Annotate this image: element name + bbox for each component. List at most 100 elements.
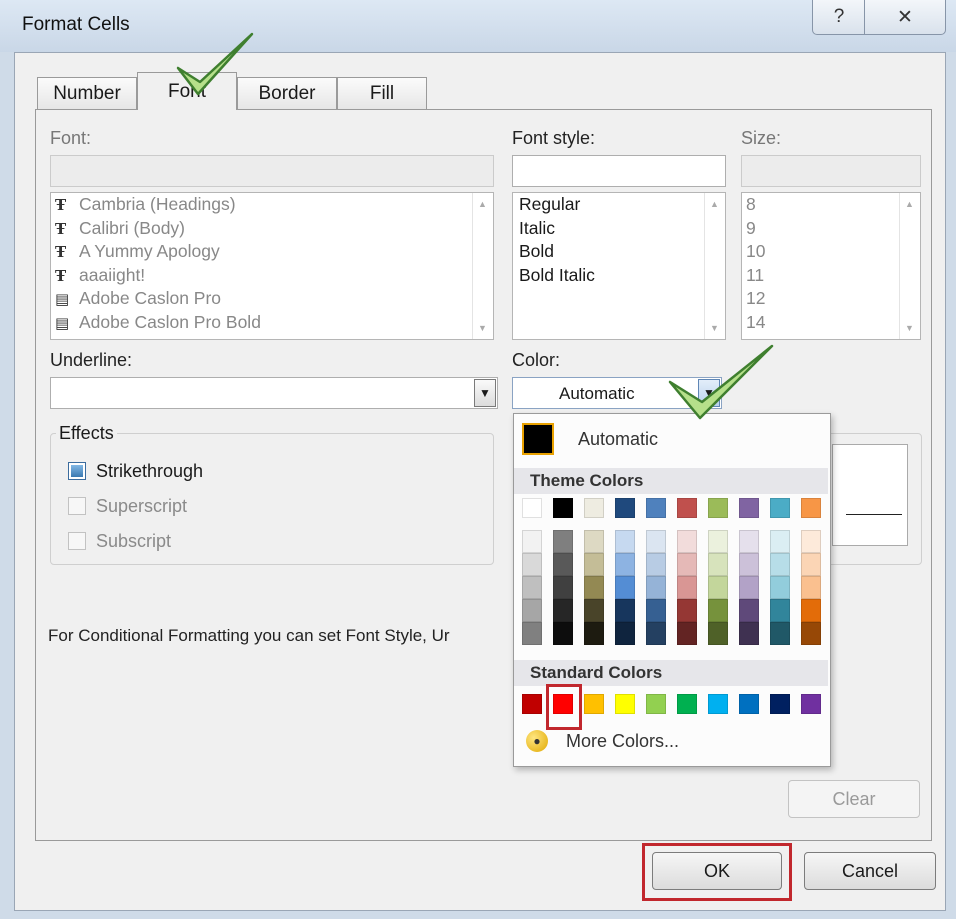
theme-color-swatch[interactable] — [708, 498, 728, 518]
scroll-down-icon[interactable]: ▼ — [905, 323, 914, 333]
help-button[interactable]: ? — [812, 0, 866, 35]
theme-shade-swatch[interactable] — [553, 599, 573, 622]
theme-shade-swatch[interactable] — [553, 530, 573, 553]
more-colors-option[interactable]: ● More Colors... — [526, 730, 679, 752]
tab-fill[interactable]: Fill — [337, 77, 427, 109]
theme-shade-swatch[interactable] — [677, 576, 697, 599]
font-item-calibri[interactable]: Ŧ Calibri (Body) — [51, 217, 493, 241]
theme-color-swatch[interactable] — [770, 498, 790, 518]
theme-shade-swatch[interactable] — [646, 530, 666, 553]
standard-color-swatch[interactable] — [584, 694, 604, 714]
theme-shade-swatch[interactable] — [770, 530, 790, 553]
tab-font[interactable]: Font — [137, 72, 237, 110]
font-style-scrollbar[interactable]: ▲ ▼ — [704, 193, 725, 339]
chevron-down-icon[interactable]: ▼ — [698, 379, 720, 407]
standard-color-swatch[interactable] — [646, 694, 666, 714]
font-item-caslon-bold[interactable]: ▤ Adobe Caslon Pro Bold — [51, 311, 493, 335]
theme-shade-swatch[interactable] — [801, 530, 821, 553]
theme-shade-swatch[interactable] — [770, 599, 790, 622]
theme-color-swatch[interactable] — [615, 498, 635, 518]
theme-shade-swatch[interactable] — [522, 553, 542, 576]
theme-shade-swatch[interactable] — [677, 530, 697, 553]
theme-color-swatch[interactable] — [677, 498, 697, 518]
theme-color-swatch[interactable] — [739, 498, 759, 518]
theme-shade-swatch[interactable] — [615, 576, 635, 599]
theme-color-swatch[interactable] — [646, 498, 666, 518]
standard-color-swatch[interactable] — [708, 694, 728, 714]
theme-shade-swatch[interactable] — [677, 599, 697, 622]
tab-number[interactable]: Number — [37, 77, 137, 109]
font-style-item[interactable]: Italic — [513, 217, 725, 241]
theme-shade-swatch[interactable] — [584, 599, 604, 622]
font-item-cambria[interactable]: Ŧ Cambria (Headings) — [51, 193, 493, 217]
theme-shade-swatch[interactable] — [615, 530, 635, 553]
standard-color-swatch[interactable] — [677, 694, 697, 714]
theme-shade-swatch[interactable] — [553, 622, 573, 645]
theme-shade-swatch[interactable] — [553, 576, 573, 599]
standard-color-swatch[interactable] — [801, 694, 821, 714]
chevron-down-icon[interactable]: ▼ — [474, 379, 496, 407]
size-scrollbar[interactable]: ▲ ▼ — [899, 193, 920, 339]
standard-color-swatch[interactable] — [770, 694, 790, 714]
theme-shade-swatch[interactable] — [708, 576, 728, 599]
size-item[interactable]: 8 — [742, 193, 920, 217]
theme-shade-swatch[interactable] — [739, 622, 759, 645]
strikethrough-checkbox[interactable] — [68, 462, 86, 480]
theme-shade-swatch[interactable] — [770, 553, 790, 576]
underline-dropdown[interactable]: ▼ — [50, 377, 498, 409]
font-style-item[interactable]: Bold Italic — [513, 264, 725, 288]
theme-shade-swatch[interactable] — [801, 553, 821, 576]
strikethrough-label[interactable]: Strikethrough — [96, 461, 203, 482]
close-button[interactable]: ✕ — [864, 0, 946, 35]
theme-shade-swatch[interactable] — [646, 553, 666, 576]
theme-shade-swatch[interactable] — [708, 530, 728, 553]
theme-shade-swatch[interactable] — [770, 576, 790, 599]
theme-shade-swatch[interactable] — [584, 576, 604, 599]
font-item-caslon[interactable]: ▤ Adobe Caslon Pro — [51, 287, 493, 311]
scroll-up-icon[interactable]: ▲ — [478, 199, 487, 209]
theme-shade-swatch[interactable] — [739, 576, 759, 599]
theme-shade-swatch[interactable] — [739, 599, 759, 622]
theme-color-swatch[interactable] — [584, 498, 604, 518]
theme-shade-swatch[interactable] — [708, 622, 728, 645]
theme-shade-swatch[interactable] — [801, 576, 821, 599]
subscript-checkbox[interactable] — [68, 532, 86, 550]
superscript-label[interactable]: Superscript — [96, 496, 187, 517]
font-item-yummy[interactable]: ŦA Yummy Apology — [51, 240, 493, 264]
theme-shade-swatch[interactable] — [646, 599, 666, 622]
color-dropdown[interactable]: Automatic ▼ — [512, 377, 722, 409]
theme-shade-swatch[interactable] — [801, 622, 821, 645]
scroll-up-icon[interactable]: ▲ — [905, 199, 914, 209]
tab-border[interactable]: Border — [237, 77, 337, 109]
theme-shade-swatch[interactable] — [677, 553, 697, 576]
scroll-up-icon[interactable]: ▲ — [710, 199, 719, 209]
scroll-down-icon[interactable]: ▼ — [478, 323, 487, 333]
theme-shade-swatch[interactable] — [708, 553, 728, 576]
standard-color-swatch[interactable] — [739, 694, 759, 714]
theme-shade-swatch[interactable] — [584, 530, 604, 553]
standard-color-swatch[interactable] — [522, 694, 542, 714]
theme-shade-swatch[interactable] — [646, 576, 666, 599]
subscript-label[interactable]: Subscript — [96, 531, 171, 552]
size-item[interactable]: 12 — [742, 287, 920, 311]
superscript-checkbox[interactable] — [68, 497, 86, 515]
theme-shade-swatch[interactable] — [522, 599, 542, 622]
theme-color-swatch[interactable] — [522, 498, 542, 518]
theme-shade-swatch[interactable] — [739, 553, 759, 576]
theme-shade-swatch[interactable] — [739, 530, 759, 553]
font-style-item[interactable]: Bold — [513, 240, 725, 264]
theme-shade-swatch[interactable] — [615, 622, 635, 645]
theme-shade-swatch[interactable] — [553, 553, 573, 576]
theme-shade-swatch[interactable] — [522, 576, 542, 599]
theme-shade-swatch[interactable] — [615, 599, 635, 622]
cancel-button[interactable]: Cancel — [804, 852, 936, 890]
font-style-item[interactable]: Regular — [513, 193, 725, 217]
font-style-input[interactable] — [512, 155, 726, 187]
theme-shade-swatch[interactable] — [584, 622, 604, 645]
size-item[interactable]: 14 — [742, 311, 920, 335]
scroll-down-icon[interactable]: ▼ — [710, 323, 719, 333]
theme-shade-swatch[interactable] — [522, 530, 542, 553]
size-item[interactable]: 11 — [742, 264, 920, 288]
theme-shade-swatch[interactable] — [677, 622, 697, 645]
theme-shade-swatch[interactable] — [584, 553, 604, 576]
